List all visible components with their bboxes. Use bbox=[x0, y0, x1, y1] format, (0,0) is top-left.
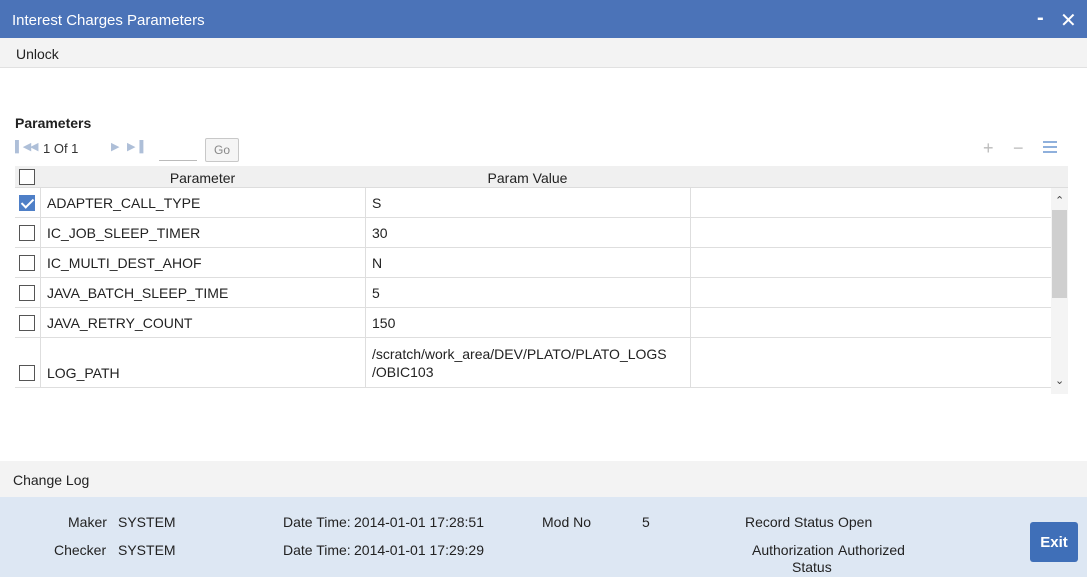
scroll-down-icon[interactable]: ⌄ bbox=[1055, 374, 1064, 387]
empty-cell bbox=[690, 218, 1051, 247]
row-checkbox[interactable] bbox=[19, 195, 35, 211]
table-row[interactable]: JAVA_RETRY_COUNT 150 bbox=[15, 308, 1051, 338]
exit-button[interactable]: Exit bbox=[1030, 522, 1078, 562]
go-button[interactable]: Go bbox=[205, 138, 239, 162]
row-checkbox[interactable] bbox=[19, 315, 35, 331]
record-status-label: Record Status bbox=[745, 514, 834, 530]
add-row-icon[interactable]: + bbox=[983, 138, 994, 159]
table-row[interactable]: ADAPTER_CALL_TYPE S bbox=[15, 188, 1051, 218]
scroll-up-icon[interactable]: ⌃ bbox=[1055, 194, 1064, 207]
audit-footer: Maker SYSTEM Date Time: 2014-01-01 17:28… bbox=[0, 497, 1087, 577]
grid-pager: ▌◀ ◀ 1 Of 1 ▶ ▶▐ Go + − bbox=[15, 137, 1065, 162]
table-row[interactable]: JAVA_BATCH_SLEEP_TIME 5 bbox=[15, 278, 1051, 308]
column-header-parameter[interactable]: Parameter bbox=[40, 170, 365, 186]
empty-cell bbox=[690, 248, 1051, 277]
mod-no-label: Mod No bbox=[542, 514, 592, 530]
menu-bar: Unlock bbox=[0, 38, 1087, 68]
parameter-cell: IC_MULTI_DEST_AHOF bbox=[47, 255, 202, 271]
delete-row-icon[interactable]: − bbox=[1013, 138, 1024, 159]
maker-value: SYSTEM bbox=[118, 514, 176, 530]
parameters-section-title: Parameters bbox=[15, 115, 92, 131]
auth-status-label-line2: Status bbox=[792, 559, 832, 575]
grid-header: Parameter Param Value bbox=[15, 166, 1068, 188]
select-all-checkbox[interactable] bbox=[19, 169, 35, 185]
param-value-cell[interactable]: 30 bbox=[372, 224, 388, 242]
empty-cell bbox=[690, 188, 1051, 217]
param-value-cell-line1[interactable]: /scratch/work_area/DEV/PLATO/PLATO_LOGS bbox=[372, 345, 667, 363]
empty-cell bbox=[690, 338, 1051, 387]
change-log-bar: Change Log bbox=[0, 461, 1087, 497]
mod-no-value: 5 bbox=[642, 514, 650, 530]
param-value-cell[interactable]: 5 bbox=[372, 284, 380, 302]
checker-datetime-label: Date Time: bbox=[283, 542, 351, 558]
record-status-value: Open bbox=[838, 514, 873, 530]
table-row[interactable]: LOG_PATH /scratch/work_area/DEV/PLATO/PL… bbox=[15, 338, 1051, 388]
row-checkbox[interactable] bbox=[19, 285, 35, 301]
param-value-cell-line2[interactable]: /OBIC103 bbox=[372, 363, 433, 381]
empty-cell bbox=[690, 278, 1051, 307]
first-page-icon[interactable]: ▌◀ bbox=[15, 140, 31, 153]
unlock-menu-item[interactable]: Unlock bbox=[16, 46, 59, 62]
parameter-cell: LOG_PATH bbox=[47, 365, 120, 381]
param-value-cell[interactable]: S bbox=[372, 194, 381, 212]
maker-label: Maker bbox=[68, 514, 107, 530]
page-number-input[interactable] bbox=[159, 139, 197, 161]
row-checkbox[interactable] bbox=[19, 255, 35, 271]
checker-datetime-value: 2014-01-01 17:29:29 bbox=[354, 542, 484, 558]
grid-rows: ADAPTER_CALL_TYPE S IC_JOB_SLEEP_TIMER 3… bbox=[15, 188, 1051, 394]
auth-status-label: Authorization bbox=[752, 542, 834, 558]
column-header-param-value[interactable]: Param Value bbox=[365, 170, 690, 186]
parameter-cell: JAVA_RETRY_COUNT bbox=[47, 315, 193, 331]
minimize-icon[interactable]: - bbox=[1037, 7, 1044, 30]
checker-label: Checker bbox=[54, 542, 107, 558]
maker-datetime-label: Date Time: bbox=[283, 514, 351, 530]
row-checkbox[interactable] bbox=[19, 225, 35, 241]
maker-datetime-value: 2014-01-01 17:28:51 bbox=[354, 514, 484, 530]
scrollbar-thumb[interactable] bbox=[1052, 210, 1067, 298]
window-titlebar: Interest Charges Parameters - ✕ bbox=[0, 0, 1087, 38]
grid-vertical-scrollbar[interactable]: ⌃ ⌄ bbox=[1051, 188, 1068, 394]
parameters-grid: Parameter Param Value ADAPTER_CALL_TYPE … bbox=[15, 166, 1068, 394]
last-page-icon[interactable]: ▶▐ bbox=[127, 140, 143, 153]
param-value-cell[interactable]: 150 bbox=[372, 314, 395, 332]
param-value-cell[interactable]: N bbox=[372, 254, 382, 272]
parameter-cell: IC_JOB_SLEEP_TIMER bbox=[47, 225, 201, 241]
auth-status-value: Authorized bbox=[838, 542, 905, 558]
close-icon[interactable]: ✕ bbox=[1060, 8, 1077, 33]
table-row[interactable]: IC_JOB_SLEEP_TIMER 30 bbox=[15, 218, 1051, 248]
parameter-cell: JAVA_BATCH_SLEEP_TIME bbox=[47, 285, 229, 301]
row-checkbox[interactable] bbox=[19, 365, 35, 381]
checker-value: SYSTEM bbox=[118, 542, 176, 558]
next-page-icon[interactable]: ▶ bbox=[111, 140, 119, 153]
table-row[interactable]: IC_MULTI_DEST_AHOF N bbox=[15, 248, 1051, 278]
empty-cell bbox=[690, 308, 1051, 337]
parameter-cell: ADAPTER_CALL_TYPE bbox=[47, 195, 201, 211]
window-title: Interest Charges Parameters bbox=[12, 12, 205, 29]
prev-page-icon[interactable]: ◀ bbox=[30, 140, 38, 153]
page-indicator: 1 Of 1 bbox=[43, 141, 79, 156]
change-log-label: Change Log bbox=[13, 472, 90, 488]
